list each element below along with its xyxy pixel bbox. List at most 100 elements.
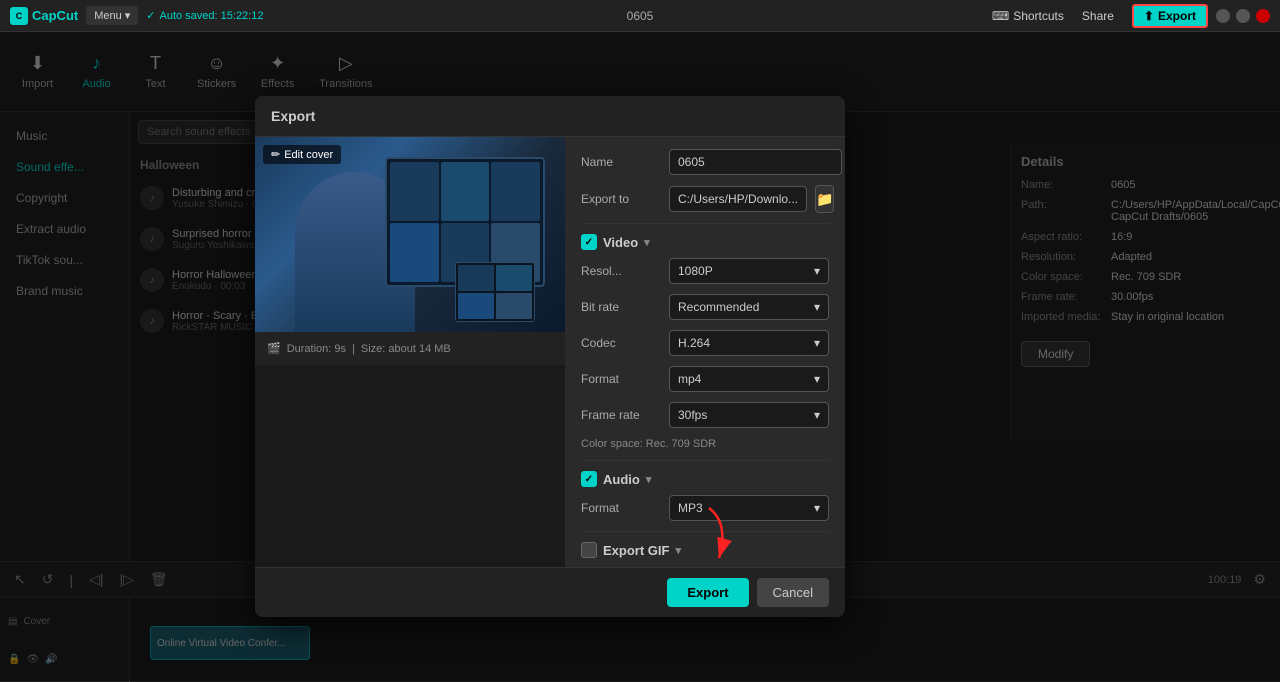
cancel-action-label: Cancel <box>773 585 813 600</box>
folder-button[interactable]: 📁 <box>815 185 834 213</box>
footer-separator: | <box>352 343 355 355</box>
sm-cell2 <box>496 265 532 291</box>
size-text: Size: about 14 MB <box>361 343 451 355</box>
export-top-button[interactable]: ⬆ Export <box>1132 4 1208 28</box>
dialog-preview: ✏ Edit cover <box>255 137 565 567</box>
shortcuts-label: Shortcuts <box>1013 9 1064 23</box>
framerate-value: 30fps <box>678 408 707 422</box>
export-to-label: Export to <box>581 192 661 206</box>
format-value: mp4 <box>678 372 701 386</box>
codec-value: H.264 <box>678 336 710 350</box>
divider-2 <box>581 460 829 461</box>
folder-icon: 📁 <box>816 191 833 208</box>
check-icon: ✓ <box>146 9 155 22</box>
video-section-header: ✓ Video ▾ <box>581 234 829 250</box>
export-action-label: Export <box>687 585 728 600</box>
cell3 <box>491 162 540 221</box>
share-button[interactable]: Share <box>1072 6 1124 26</box>
maximize-button[interactable] <box>1236 9 1250 23</box>
format-label: Format <box>581 372 661 386</box>
format-chevron: ▾ <box>814 372 820 386</box>
cell2 <box>441 162 490 221</box>
bitrate-value: Recommended <box>678 300 759 314</box>
resolution-select[interactable]: 1080P ▾ <box>669 258 829 284</box>
dialog-body: ✏ Edit cover <box>255 137 845 567</box>
dialog-footer: 🎬 Duration: 9s | Size: about 14 MB <box>255 332 565 365</box>
duration-text: Duration: 9s <box>287 343 346 355</box>
autosave-status: ✓ Auto saved: 15:22:12 <box>146 9 263 22</box>
close-button[interactable] <box>1256 9 1270 23</box>
red-arrow <box>689 503 749 573</box>
name-label: Name <box>581 155 661 169</box>
bitrate-select[interactable]: Recommended ▾ <box>669 294 829 320</box>
sm-cell1 <box>458 265 494 291</box>
app-name: CapCut <box>32 8 78 23</box>
export-dialog: Export ✏ Edit cover <box>255 96 845 617</box>
sm-cell3 <box>458 293 494 319</box>
export-to-select[interactable]: C:/Users/HP/Downlo... <box>669 186 807 212</box>
framerate-field-label: Frame rate <box>581 408 661 422</box>
share-label: Share <box>1082 9 1114 23</box>
preview-image: ✏ Edit cover <box>255 137 565 332</box>
bitrate-label: Bit rate <box>581 300 661 314</box>
export-to-row: Export to C:/Users/HP/Downlo... 📁 <box>581 185 829 213</box>
window-controls <box>1216 9 1270 23</box>
audio-section-label: Audio <box>603 472 640 487</box>
audio-check-mark: ✓ <box>585 474 593 485</box>
audio-checkbox[interactable]: ✓ <box>581 471 597 487</box>
menu-button[interactable]: Menu ▾ <box>86 6 138 25</box>
topbar-right: ⌨ Shortcuts Share ⬆ Export <box>992 4 1270 28</box>
sm-cell4 <box>496 293 532 319</box>
check-mark: ✓ <box>585 237 593 248</box>
export-action-button[interactable]: Export <box>667 578 748 607</box>
codec-chevron: ▾ <box>814 336 820 350</box>
small-screen <box>455 262 535 322</box>
logo-icon: C <box>10 7 28 25</box>
cell4 <box>390 223 439 282</box>
menu-label: Menu <box>94 10 122 22</box>
format-select[interactable]: mp4 ▾ <box>669 366 829 392</box>
framerate-row: Frame rate 30fps ▾ <box>581 402 829 428</box>
framerate-select[interactable]: 30fps ▾ <box>669 402 829 428</box>
resolution-value: 1080P <box>678 264 713 278</box>
codec-select[interactable]: H.264 ▾ <box>669 330 829 356</box>
audio-dropdown-icon: ▾ <box>646 473 652 486</box>
dialog-actions: Export Cancel <box>255 567 845 617</box>
dialog-header: Export <box>255 96 845 137</box>
name-row: Name <box>581 149 829 175</box>
resolution-chevron: ▾ <box>814 264 820 278</box>
bitrate-row: Bit rate Recommended ▾ <box>581 294 829 320</box>
video-checkbox[interactable]: ✓ <box>581 234 597 250</box>
framerate-chevron: ▾ <box>814 408 820 422</box>
video-dropdown-icon: ▾ <box>644 236 650 249</box>
color-space-text: Color space: Rec. 709 SDR <box>581 438 829 450</box>
gif-section-label: Export GIF <box>603 543 669 558</box>
audio-format-label: Format <box>581 501 661 515</box>
resolution-row: Resol... 1080P ▾ <box>581 258 829 284</box>
export-path-text: C:/Users/HP/Downlo... <box>678 192 798 206</box>
name-input[interactable] <box>669 149 842 175</box>
logo: C CapCut <box>10 7 78 25</box>
audio-format-chevron: ▾ <box>814 501 820 515</box>
codec-label: Codec <box>581 336 661 350</box>
menu-chevron: ▾ <box>125 9 131 22</box>
cell1 <box>390 162 439 221</box>
gif-dropdown-icon: ▾ <box>675 544 681 557</box>
shortcuts-button[interactable]: ⌨ Shortcuts <box>992 9 1064 23</box>
export-top-label: Export <box>1158 9 1196 23</box>
resolution-label: Resol... <box>581 264 661 278</box>
keyboard-icon: ⌨ <box>992 9 1009 23</box>
minimize-button[interactable] <box>1216 9 1230 23</box>
gif-checkbox[interactable] <box>581 542 597 558</box>
divider-1 <box>581 223 829 224</box>
video-section-label: Video <box>603 235 638 250</box>
project-name-center: 0605 <box>627 9 654 23</box>
modal-backdrop: Export ✏ Edit cover <box>0 32 1280 681</box>
codec-row: Codec H.264 ▾ <box>581 330 829 356</box>
bitrate-chevron: ▾ <box>814 300 820 314</box>
cancel-action-button[interactable]: Cancel <box>757 578 829 607</box>
autosave-text: Auto saved: 15:22:12 <box>160 10 264 22</box>
topbar: C CapCut Menu ▾ ✓ Auto saved: 15:22:12 0… <box>0 0 1280 32</box>
format-row: Format mp4 ▾ <box>581 366 829 392</box>
audio-section-header: ✓ Audio ▾ <box>581 471 829 487</box>
